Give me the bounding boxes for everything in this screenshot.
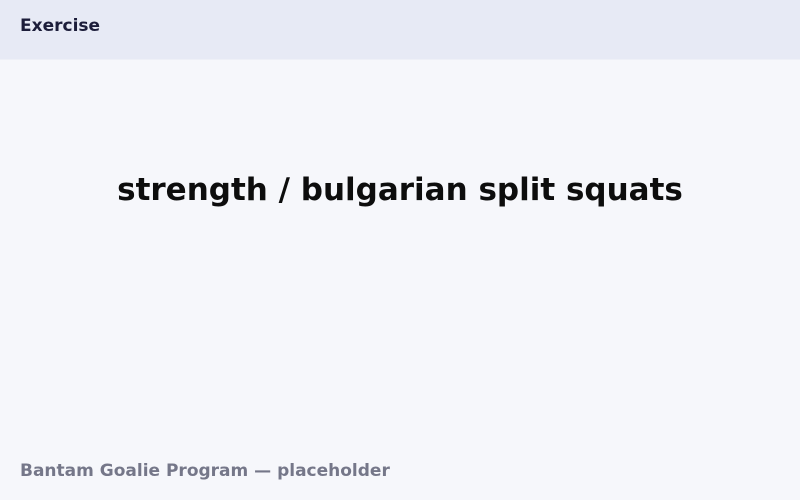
main-content	[0, 60, 800, 440]
header-bar: Exercise	[0, 0, 800, 60]
program-label: Bantam Goalie Program — placeholder	[20, 461, 390, 481]
exercise-name: strength / bulgarian split squats	[117, 172, 683, 208]
page-title: Exercise	[20, 16, 101, 36]
